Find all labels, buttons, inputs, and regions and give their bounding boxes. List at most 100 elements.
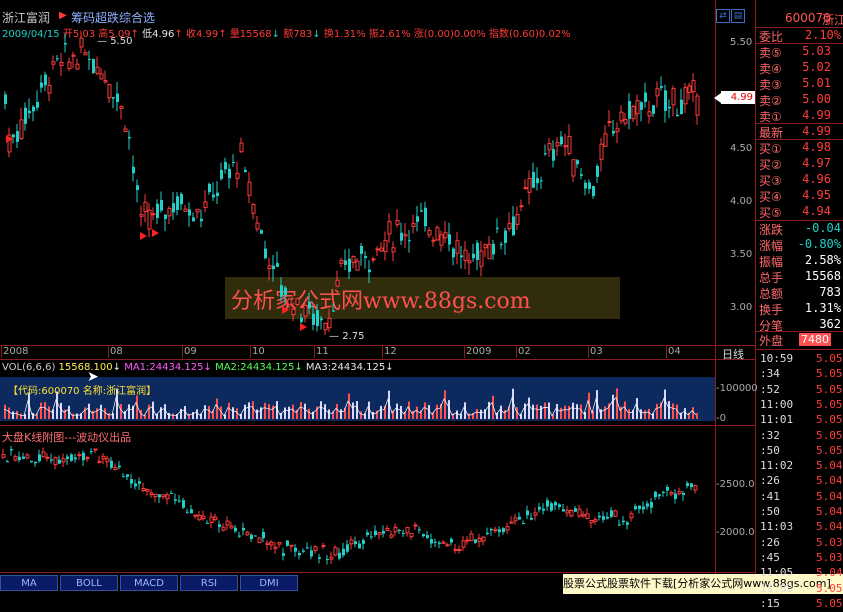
volume-bar: [228, 402, 230, 419]
index-candle: [302, 550, 305, 552]
candle-body: [403, 234, 408, 237]
index-candle: [441, 541, 446, 544]
volume-bar: [684, 408, 686, 419]
x-tick-mark: [588, 346, 589, 358]
candle-body: [40, 82, 43, 88]
candle-body: [272, 265, 275, 270]
volume-bar: [196, 409, 198, 419]
volume-bar: [84, 407, 86, 419]
candle-body: [588, 182, 591, 190]
candle-body: [496, 227, 499, 229]
index-candle: [558, 504, 561, 508]
price-axis-label: 4.00: [730, 196, 753, 207]
index-candle: [77, 454, 82, 457]
volume-bar: [444, 390, 446, 419]
stat-label: 总手: [759, 271, 784, 285]
period-label[interactable]: 日线: [722, 346, 744, 362]
stat-label: 总额: [759, 287, 784, 301]
volume-bar: [308, 408, 310, 419]
index-candle: [622, 520, 625, 523]
candle-body: [695, 95, 700, 116]
index-candle: [650, 502, 653, 508]
index-candle: [638, 505, 641, 510]
vol-ma2: MA2:24434.125: [215, 362, 295, 373]
zoom-icon[interactable]: ⇄: [716, 9, 730, 23]
candle-body: [512, 216, 515, 236]
max-price-label: — 5.50: [97, 36, 133, 47]
layout-icon[interactable]: ▤: [731, 9, 745, 23]
index-candle: [206, 522, 209, 524]
index-candle: [277, 541, 282, 545]
index-candle: [490, 529, 493, 531]
candle-body: [467, 260, 472, 264]
index-candle: [90, 451, 93, 453]
volume-bar: [612, 394, 614, 419]
ask-row: 卖① 4.99: [758, 108, 843, 124]
candle-body: [360, 245, 363, 254]
candle-body: [244, 169, 247, 172]
index-candle: [693, 485, 698, 491]
tab-macd[interactable]: MACD: [120, 575, 178, 591]
candle-body: [492, 243, 495, 255]
volume-bar: [244, 404, 246, 419]
tick-time: :15: [760, 596, 780, 610]
volume-bar: [540, 405, 542, 419]
tab-dmi[interactable]: DMI: [240, 575, 298, 591]
candle-body: [280, 285, 283, 297]
volume-bar: [340, 409, 342, 419]
volume-bar: [604, 406, 606, 419]
stat-row: 总手 15568: [758, 269, 843, 285]
x-tick-label: 11: [316, 346, 329, 357]
index-candle: [409, 533, 414, 538]
index-candle: [393, 526, 398, 533]
index-candle: [398, 529, 401, 531]
volume-bar: [400, 405, 402, 419]
index-candle: [170, 492, 173, 494]
index-candle: [10, 449, 13, 451]
index-candle: [138, 481, 141, 484]
candle-body: [79, 37, 84, 48]
candle-body: [59, 62, 64, 66]
tick-row: 11:00 5.05: [758, 398, 843, 413]
volume-bar: [696, 413, 698, 419]
candle-body: [635, 100, 640, 115]
stat-label: 换手: [759, 303, 784, 317]
index-candle: [245, 531, 250, 536]
bid-row: 买③ 4.96: [758, 172, 843, 188]
volume-bar: [528, 397, 530, 419]
candle-body: [192, 217, 195, 222]
bid-row: 买⑤ 4.94: [758, 204, 843, 220]
candle-body: [200, 218, 203, 222]
index-candle: [1, 454, 6, 458]
candle-body: [332, 310, 335, 312]
volume-bar: [560, 407, 562, 419]
candle-body: [47, 84, 52, 94]
index-candle: [333, 547, 338, 556]
vol-axis-zero: -0: [716, 413, 726, 424]
volume-bar: [108, 412, 110, 419]
volume-bar: [656, 403, 658, 419]
tick-row: 11:01 5.05: [758, 413, 843, 428]
candle-body: [351, 256, 356, 264]
volume-bar: [264, 402, 266, 419]
volume-bar: [72, 413, 74, 419]
volume-bar: [208, 406, 210, 419]
volume-bar: [32, 412, 34, 419]
tick-price: 5.04: [816, 459, 843, 473]
index-candle: [273, 546, 278, 550]
candle-body: [364, 256, 367, 259]
candle-body: [220, 169, 223, 179]
candle-body: [264, 248, 267, 259]
tick-row: :45 5.03: [758, 551, 843, 566]
candle-body: [615, 128, 620, 133]
tab-rsi[interactable]: RSI: [180, 575, 238, 591]
tick-time: 11:01: [760, 413, 794, 427]
index-candle: [474, 539, 477, 543]
tab-ma[interactable]: MA: [0, 575, 58, 591]
index-candle: [186, 511, 189, 513]
tab-boll[interactable]: BOLL: [60, 575, 118, 591]
candle-body: [371, 258, 376, 261]
volume-bar: [232, 407, 234, 419]
index-candle: [225, 520, 230, 526]
candle-body: [680, 99, 683, 114]
